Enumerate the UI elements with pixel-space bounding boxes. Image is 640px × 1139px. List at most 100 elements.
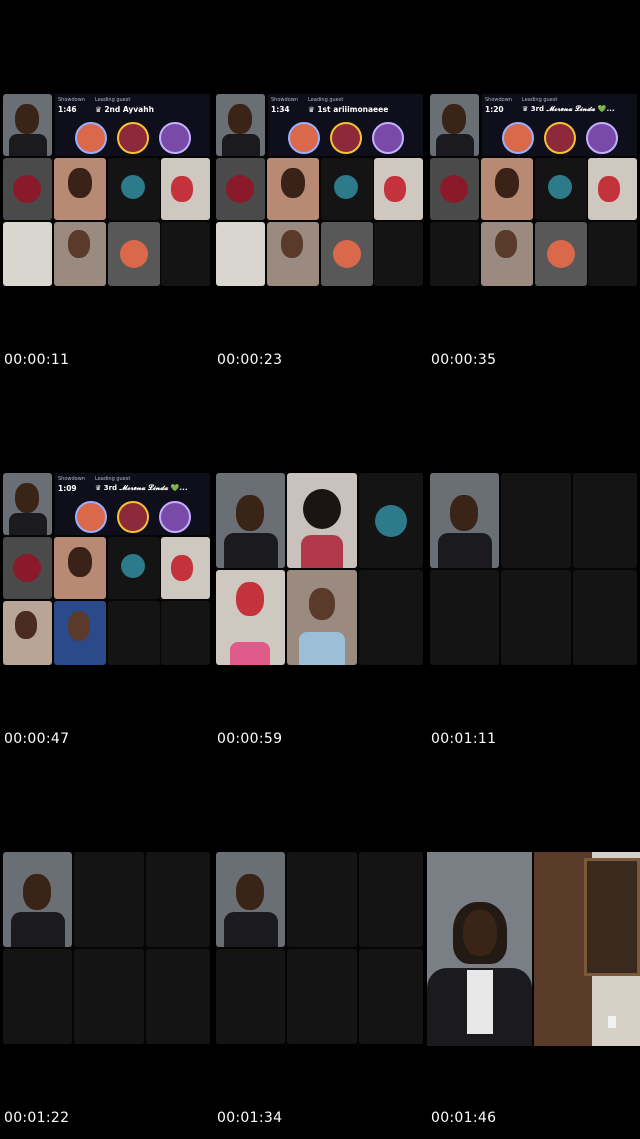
leading-guest-label: Leading guest bbox=[522, 97, 558, 103]
guest-video-tile[interactable] bbox=[534, 852, 640, 1046]
guest-tile-5[interactable] bbox=[3, 222, 52, 286]
guest-tile-7[interactable] bbox=[535, 222, 587, 286]
guest-tile-6[interactable] bbox=[267, 222, 319, 286]
guest-avatar-3[interactable] bbox=[159, 501, 191, 533]
guest-avatar-3[interactable] bbox=[372, 122, 404, 154]
guest-tile-3[interactable] bbox=[321, 158, 373, 220]
guest-face bbox=[68, 230, 90, 258]
empty-seat[interactable] bbox=[374, 222, 423, 286]
timestamp: 00:01:46 bbox=[431, 1110, 497, 1126]
frame-2: Showdown 1:34 Leading guest ♛ 1st ariiim… bbox=[213, 0, 423, 380]
host-video-tile[interactable] bbox=[3, 852, 72, 947]
empty-seat[interactable] bbox=[359, 949, 423, 1044]
guest-avatar-1[interactable] bbox=[502, 122, 534, 154]
guest-face bbox=[598, 176, 620, 202]
host-video-tile[interactable] bbox=[216, 473, 285, 568]
empty-seat[interactable] bbox=[573, 473, 637, 568]
timestamp: 00:00:23 bbox=[217, 352, 283, 368]
guest-tile-1[interactable] bbox=[430, 158, 479, 220]
guest-face bbox=[384, 176, 406, 202]
empty-seat[interactable] bbox=[359, 852, 423, 947]
timestamp: 00:00:35 bbox=[431, 352, 497, 368]
guest-tile-4[interactable] bbox=[161, 537, 210, 599]
guest-avatar-3[interactable] bbox=[159, 122, 191, 154]
empty-seat[interactable] bbox=[74, 949, 144, 1044]
empty-seat[interactable] bbox=[430, 570, 499, 665]
guest-avatar-2[interactable] bbox=[330, 122, 362, 154]
leading-guest-name: ♛ 2nd Ayvahh bbox=[95, 105, 154, 114]
host-video-tile[interactable] bbox=[216, 852, 285, 947]
guest-tile-4[interactable] bbox=[161, 158, 210, 220]
showdown-label: Showdown bbox=[485, 97, 512, 103]
host-body bbox=[224, 912, 278, 947]
guest-tile-1[interactable] bbox=[287, 473, 357, 568]
empty-seat[interactable] bbox=[146, 852, 210, 947]
empty-seat[interactable] bbox=[216, 949, 285, 1044]
guest-tile-7[interactable] bbox=[321, 222, 373, 286]
guest-tile-6[interactable] bbox=[54, 601, 106, 665]
empty-seat[interactable] bbox=[108, 601, 160, 665]
timestamp: 00:00:11 bbox=[4, 352, 70, 368]
guest-tile-2[interactable] bbox=[359, 473, 423, 568]
empty-seat[interactable] bbox=[430, 222, 479, 286]
guest-avatar-2[interactable] bbox=[544, 122, 576, 154]
empty-seat[interactable] bbox=[588, 222, 637, 286]
guest-tile-1[interactable] bbox=[216, 158, 265, 220]
empty-seat[interactable] bbox=[161, 222, 210, 286]
guest-avatar-1[interactable] bbox=[288, 122, 320, 154]
leading-guest-name: ♛ 3rd 𝓜𝓸𝓻𝓮𝓷𝓪 𝓛𝓲𝓷𝓭𝓪 💚... bbox=[522, 105, 615, 113]
guest-tile-3[interactable] bbox=[108, 158, 160, 220]
empty-seat[interactable] bbox=[573, 570, 637, 665]
guest-avatar-icon bbox=[120, 240, 148, 268]
timestamp: 00:00:47 bbox=[4, 731, 70, 747]
live-grid bbox=[216, 473, 423, 665]
empty-seat[interactable] bbox=[146, 949, 210, 1044]
guest-tile-7[interactable] bbox=[108, 222, 160, 286]
guest-tile-6[interactable] bbox=[54, 222, 106, 286]
host-video-tile[interactable] bbox=[3, 473, 52, 535]
guest-tile-2[interactable] bbox=[481, 158, 533, 220]
empty-seat[interactable] bbox=[287, 949, 357, 1044]
guest-tile-2[interactable] bbox=[267, 158, 319, 220]
empty-seat[interactable] bbox=[359, 570, 423, 665]
guest-avatar-3[interactable] bbox=[586, 122, 618, 154]
empty-seat[interactable] bbox=[3, 949, 72, 1044]
empty-seat[interactable] bbox=[161, 601, 210, 665]
guest-face bbox=[68, 168, 92, 198]
guest-tile-6[interactable] bbox=[481, 222, 533, 286]
leading-guest-label: Leading guest bbox=[308, 97, 344, 103]
guest-avatar-icon bbox=[121, 554, 145, 578]
live-grid: Showdown 1:09 Leading guest ♛ 3rd 𝓜𝓸𝓻𝓮𝓷𝓪… bbox=[3, 473, 210, 665]
guest-avatar-2[interactable] bbox=[117, 501, 149, 533]
guest-tile-1[interactable] bbox=[3, 537, 52, 599]
host-face bbox=[236, 874, 264, 910]
guest-avatar-2[interactable] bbox=[117, 122, 149, 154]
guest-tile-5[interactable] bbox=[216, 222, 265, 286]
empty-seat[interactable] bbox=[501, 570, 571, 665]
empty-seat[interactable] bbox=[501, 473, 571, 568]
guest-tile-2[interactable] bbox=[54, 537, 106, 599]
empty-seat[interactable] bbox=[74, 852, 144, 947]
host-video-tile[interactable] bbox=[216, 94, 265, 156]
host-video-tile[interactable] bbox=[430, 473, 499, 568]
guest-body bbox=[301, 535, 343, 568]
guest-tile-4[interactable] bbox=[287, 570, 357, 665]
guest-tile-3[interactable] bbox=[108, 537, 160, 599]
guest-tile-2[interactable] bbox=[54, 158, 106, 220]
guest-tile-3[interactable] bbox=[535, 158, 587, 220]
guest-tile-1[interactable] bbox=[3, 158, 52, 220]
guest-tile-3[interactable] bbox=[216, 570, 285, 665]
window-frame bbox=[584, 858, 640, 976]
guest-avatar-1[interactable] bbox=[75, 501, 107, 533]
guest-face bbox=[303, 489, 341, 529]
guest-tile-4[interactable] bbox=[374, 158, 423, 220]
host-face bbox=[442, 104, 466, 134]
guest-avatar-1[interactable] bbox=[75, 122, 107, 154]
host-video-tile[interactable] bbox=[3, 94, 52, 156]
guest-tile-5[interactable] bbox=[3, 601, 52, 665]
guest-tile-4[interactable] bbox=[588, 158, 637, 220]
host-video-tile[interactable] bbox=[427, 852, 532, 1046]
empty-seat[interactable] bbox=[287, 852, 357, 947]
host-video-tile[interactable] bbox=[430, 94, 479, 156]
timestamp: 00:01:34 bbox=[217, 1110, 283, 1126]
